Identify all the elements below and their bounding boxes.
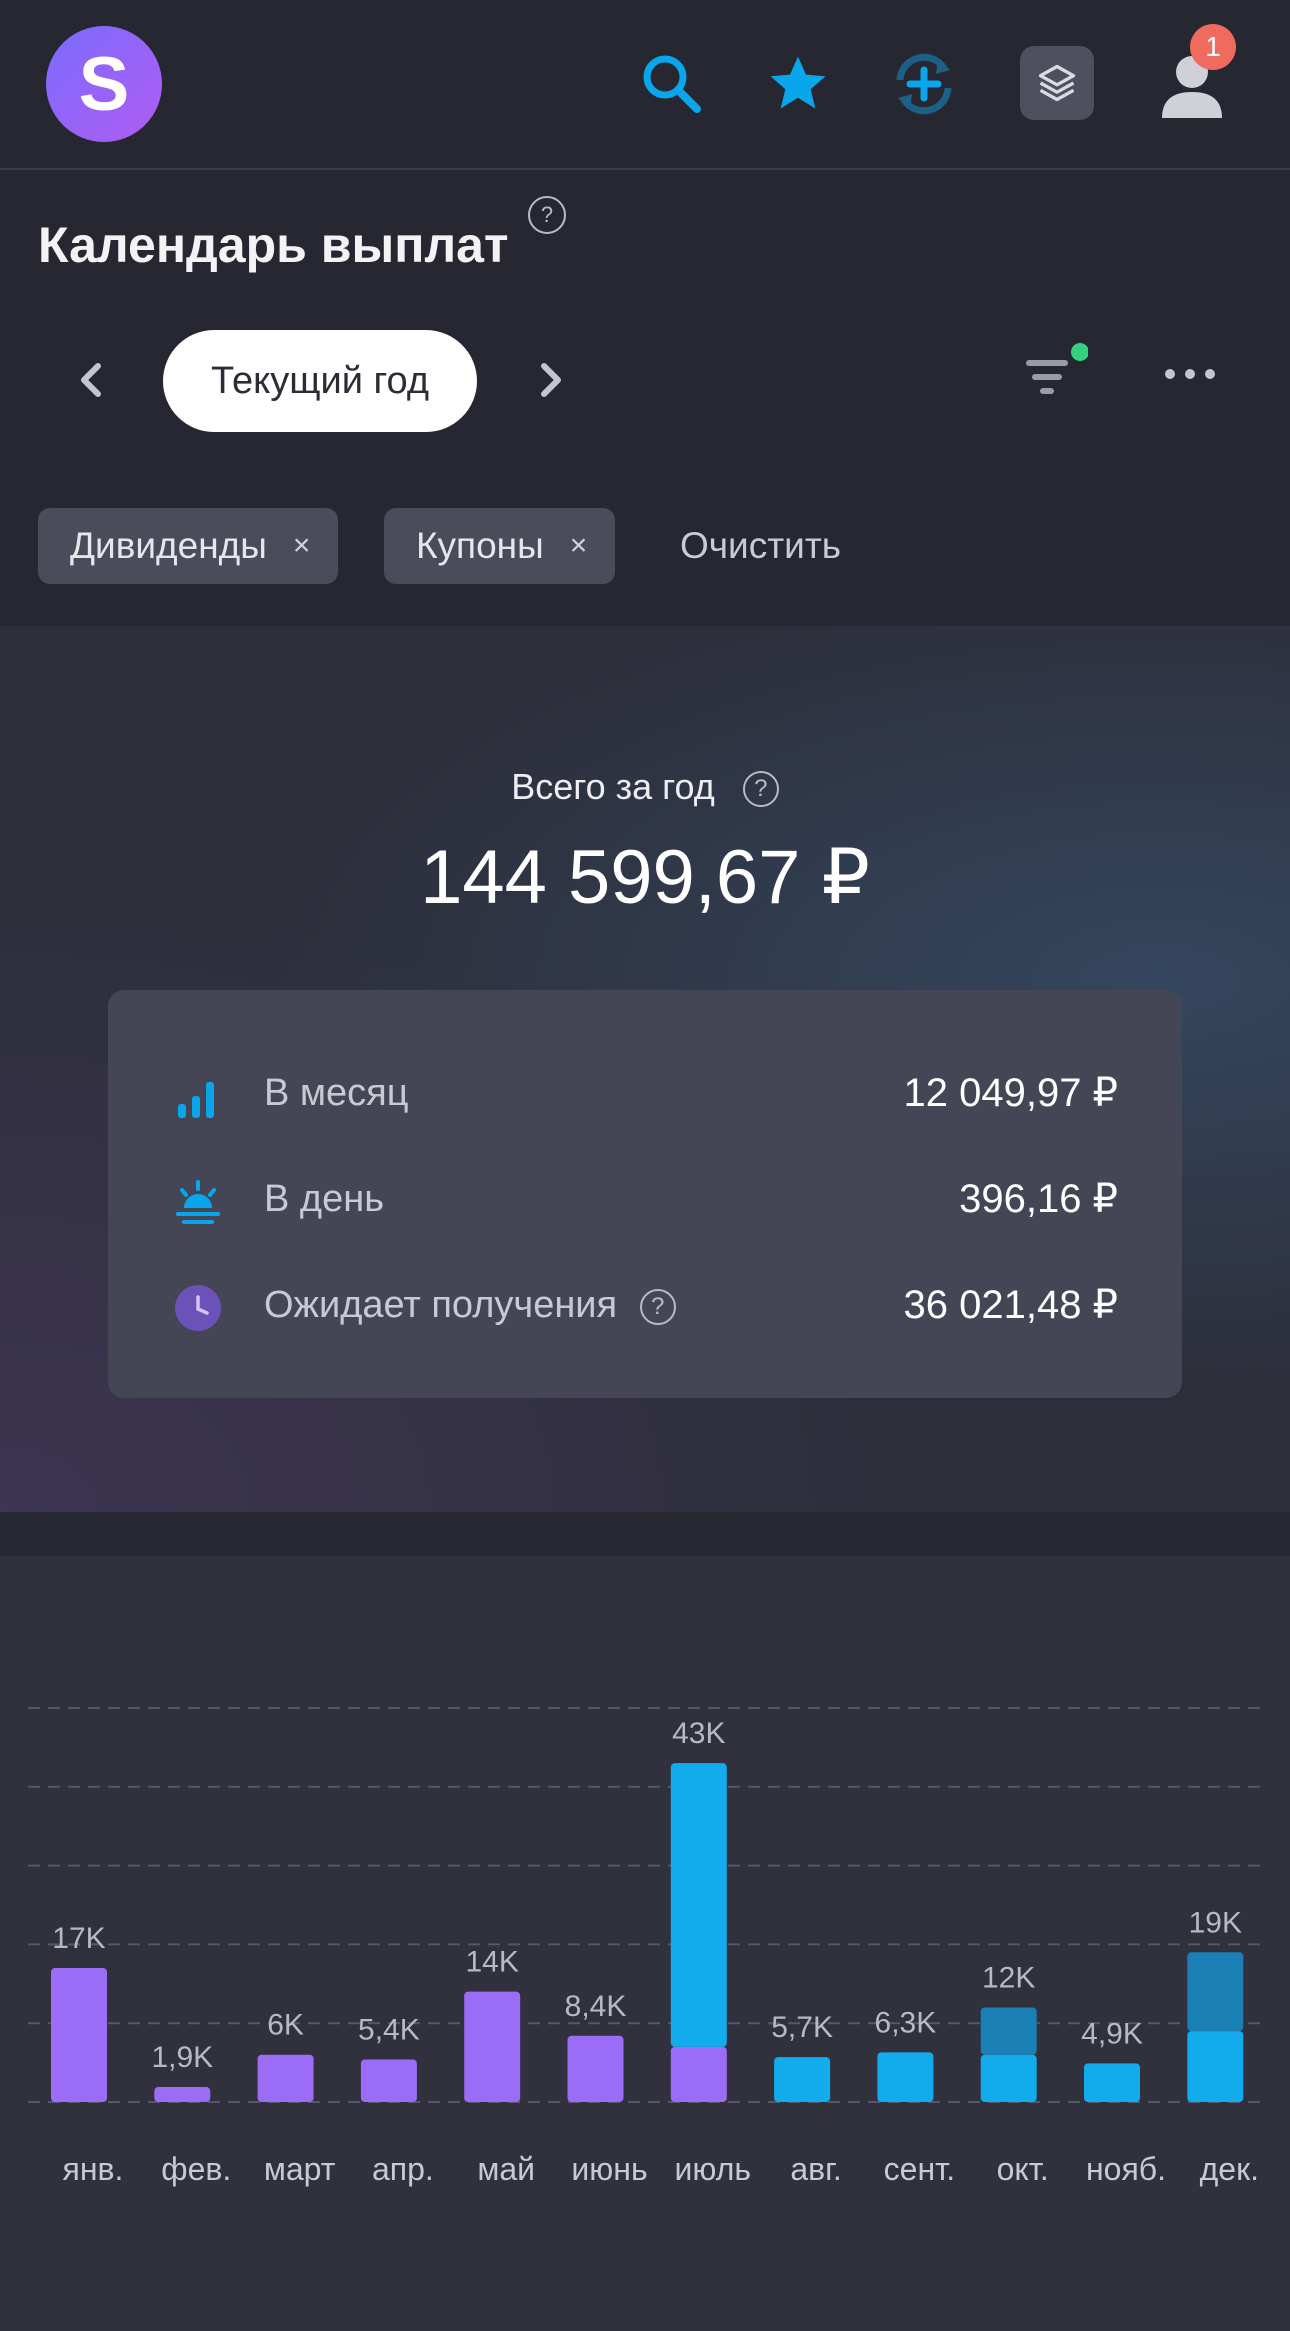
month-label[interactable]: янв.: [63, 2151, 124, 2187]
section-divider: [0, 1512, 1290, 1556]
bar-value-label: 4,9K: [1081, 2017, 1143, 2050]
stat-value: 396,16 ₽: [959, 1177, 1118, 1221]
close-icon[interactable]: ×: [293, 529, 311, 563]
bar-segment[interactable]: [774, 2057, 831, 2102]
filter-icon[interactable]: [1018, 340, 1089, 410]
layers-icon[interactable]: [1020, 46, 1094, 120]
month-label[interactable]: фев.: [161, 2151, 231, 2187]
sunrise-icon: [174, 1178, 222, 1226]
bar-value-label: 8,4K: [565, 1990, 627, 2023]
bar-value-label: 5,4K: [358, 2013, 420, 2046]
bar-value-label: 6,3K: [875, 2006, 937, 2039]
bar-segment[interactable]: [567, 2035, 624, 2102]
month-label[interactable]: дек.: [1200, 2151, 1259, 2187]
top-bar: S 1: [0, 0, 1290, 170]
total-value: 144 599,67 ₽: [420, 835, 870, 920]
more-options-icon[interactable]: [1160, 354, 1220, 394]
bar-value-label: 5,7K: [771, 2011, 833, 2044]
stat-label: Ожидает получения ?: [264, 1284, 676, 1327]
notification-badge: 1: [1190, 24, 1236, 70]
month-label[interactable]: окт.: [997, 2151, 1049, 2187]
bar-value-label: 43K: [672, 1717, 725, 1750]
help-icon[interactable]: ?: [528, 196, 566, 234]
bar-segment[interactable]: [877, 2052, 934, 2102]
month-label[interactable]: июль: [675, 2151, 752, 2187]
bar-value-label: 19K: [1189, 1906, 1242, 1939]
search-icon[interactable]: [632, 44, 712, 124]
bar-value-label: 6K: [267, 2009, 304, 2042]
bar-segment[interactable]: [1084, 2063, 1140, 2102]
stat-row-day: В день 396,16 ₽: [108, 1160, 1182, 1240]
bar-value-label: 14K: [466, 1946, 519, 1979]
bar-segment[interactable]: [1187, 2031, 1244, 2102]
summary-panel: Всего за год ? 144 599,67 ₽ В месяц 12 0…: [0, 626, 1290, 1512]
bar-segment[interactable]: [670, 1763, 727, 2047]
close-icon[interactable]: ×: [570, 529, 588, 563]
stat-value: 36 021,48 ₽: [903, 1283, 1118, 1327]
month-label[interactable]: март: [264, 2151, 336, 2187]
bar-value-label: 1,9K: [151, 2041, 213, 2074]
month-label[interactable]: июнь: [571, 2151, 647, 2187]
bar-segment[interactable]: [670, 2046, 727, 2102]
month-label[interactable]: нояб.: [1086, 2151, 1166, 2187]
chevron-right-icon[interactable]: [528, 358, 572, 402]
app-logo[interactable]: S: [46, 26, 162, 142]
bar-segment[interactable]: [1187, 1952, 1244, 2032]
period-selector[interactable]: Текущий год: [163, 330, 477, 432]
stat-row-month: В месяц 12 049,97 ₽: [108, 1054, 1182, 1134]
stat-label: В день: [264, 1178, 384, 1220]
chip-label: Дивиденды: [70, 525, 267, 566]
stat-row-pending: Ожидает получения ? 36 021,48 ₽: [108, 1266, 1182, 1346]
stat-label-text: Ожидает получения: [264, 1284, 618, 1326]
clear-filters-button[interactable]: Очистить: [680, 508, 841, 584]
total-label-text: Всего за год: [511, 766, 715, 807]
bar-segment[interactable]: [980, 2007, 1037, 2055]
help-icon[interactable]: ?: [639, 1288, 676, 1325]
star-icon[interactable]: [758, 44, 838, 124]
chevron-left-icon[interactable]: [70, 358, 114, 402]
bar-segment[interactable]: [360, 2059, 417, 2102]
month-label[interactable]: апр.: [372, 2151, 434, 2187]
bar-segment[interactable]: [154, 2087, 211, 2102]
help-icon[interactable]: ?: [742, 771, 779, 808]
bar-segment[interactable]: [980, 2054, 1037, 2102]
bar-value-label: 12K: [982, 1961, 1035, 1994]
page-title: Календарь выплат: [38, 217, 509, 273]
filter-chip-coupons[interactable]: Купоны ×: [384, 508, 616, 584]
clock-icon: [174, 1284, 222, 1332]
bar-chart-icon: [174, 1072, 222, 1120]
month-label[interactable]: авг.: [790, 2151, 841, 2187]
add-sync-icon[interactable]: [884, 44, 964, 124]
bar-value-label: 17K: [52, 1922, 105, 1955]
chart-canvas: 17K янв. 1,9K фев. 6K март 5,4K апр. 14K май 8,4K и…: [28, 1707, 1268, 2187]
bar-segment[interactable]: [464, 1991, 521, 2102]
bar-segment[interactable]: [257, 2054, 314, 2102]
filter-chip-dividends[interactable]: Дивиденды ×: [38, 508, 339, 584]
month-label[interactable]: сент.: [884, 2151, 955, 2187]
stat-label: В месяц: [264, 1072, 409, 1114]
bar-segment[interactable]: [51, 1968, 107, 2102]
month-label[interactable]: май: [477, 2151, 535, 2187]
chip-label: Купоны: [416, 525, 544, 566]
stats-card: В месяц 12 049,97 ₽ В день 396,16 ₽ Ожид…: [108, 990, 1182, 1398]
payments-chart: 17K янв. 1,9K фев. 6K март 5,4K апр. 14K май 8,4K и…: [0, 1556, 1290, 2331]
stat-value: 12 049,97 ₽: [903, 1071, 1118, 1115]
total-label: Всего за год ?: [0, 766, 1290, 808]
logo-letter: S: [78, 41, 130, 127]
